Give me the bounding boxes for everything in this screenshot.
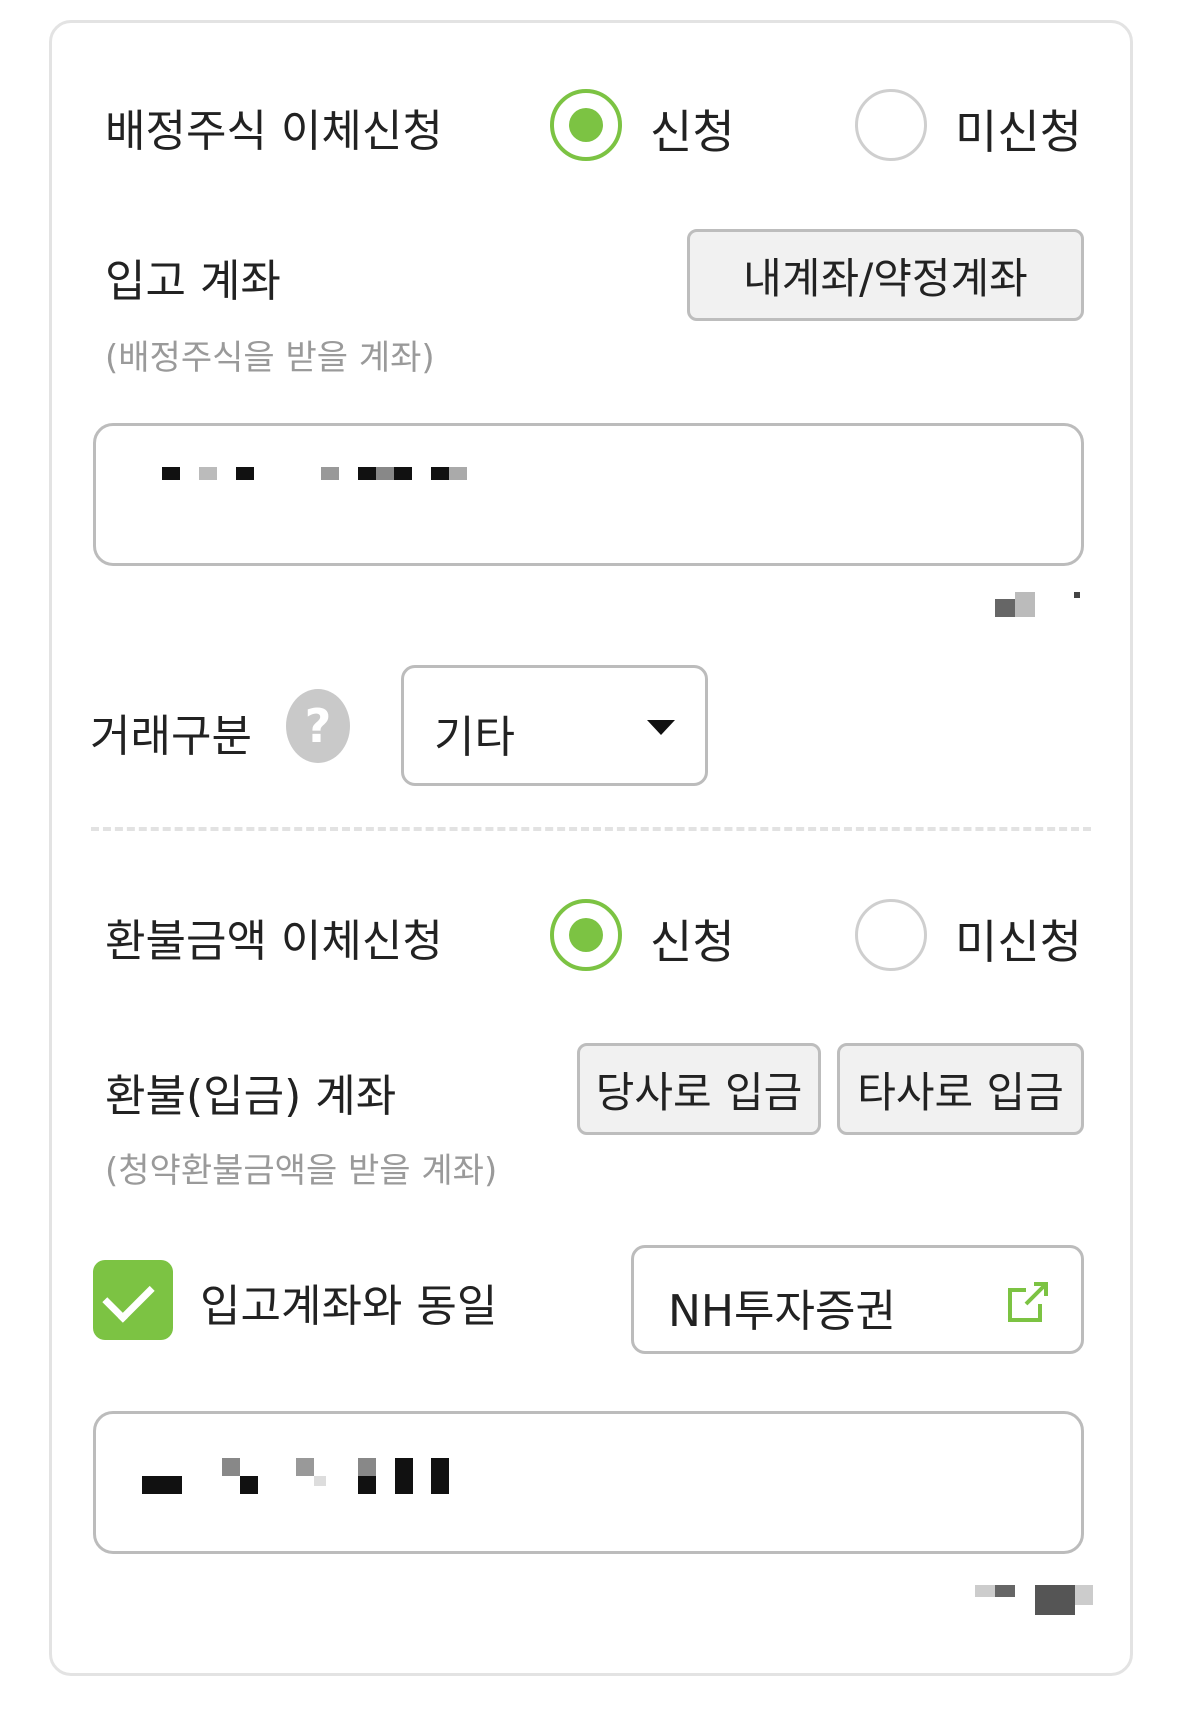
redacted-mark: [995, 1585, 1015, 1597]
section-divider: [91, 827, 1091, 831]
stock-transfer-apply-radio[interactable]: [550, 89, 622, 161]
help-icon[interactable]: ?: [286, 689, 350, 763]
redacted-mark: [1035, 1585, 1075, 1615]
refund-transfer-no-apply-radio[interactable]: [855, 899, 927, 971]
trade-type-select-value: 기타: [434, 712, 515, 763]
refund-transfer-label: 환불금액 이체신청: [105, 916, 443, 967]
refund-account-field[interactable]: [93, 1411, 1084, 1554]
refund-account-label: 환불(입금) 계좌: [105, 1071, 397, 1122]
stock-transfer-no-apply-label[interactable]: 미신청: [955, 96, 1082, 162]
radio-selected-icon: [569, 108, 603, 142]
checkmark-icon: [102, 1270, 155, 1323]
refund-account-sublabel: (청약환불금액을 받을 계좌): [105, 1151, 498, 1191]
redacted-mark: [975, 1585, 995, 1597]
external-link-icon: [1008, 1282, 1048, 1322]
redacted-mark: [995, 599, 1015, 617]
refund-transfer-apply-radio[interactable]: [550, 899, 622, 971]
deposit-account-sublabel: (배정주식을 받을 계좌): [105, 338, 435, 378]
radio-selected-icon: [569, 918, 603, 952]
redacted-mark: [1015, 592, 1035, 617]
dropdown-arrow-icon: [647, 720, 675, 735]
trade-type-label: 거래구분: [90, 711, 252, 762]
broker-name: NH투자증권: [668, 1286, 896, 1337]
own-company-deposit-button[interactable]: 당사로 입금: [577, 1043, 821, 1135]
my-account-button[interactable]: 내계좌/약정계좌: [687, 229, 1084, 321]
stock-transfer-apply-label[interactable]: 신청: [650, 96, 735, 162]
stock-transfer-label: 배정주식 이체신청: [105, 106, 443, 157]
trade-type-select[interactable]: 기타: [401, 665, 708, 786]
refund-transfer-no-apply-label[interactable]: 미신청: [955, 906, 1082, 972]
broker-select[interactable]: NH투자증권: [631, 1245, 1084, 1354]
refund-transfer-apply-label[interactable]: 신청: [650, 906, 735, 972]
other-company-deposit-button[interactable]: 타사로 입금: [837, 1043, 1084, 1135]
stock-transfer-no-apply-radio[interactable]: [855, 89, 927, 161]
deposit-account-field[interactable]: [93, 423, 1084, 566]
deposit-account-label: 입고 계좌: [105, 256, 281, 307]
redacted-mark: [1075, 1585, 1093, 1605]
redacted-mark: [1074, 592, 1080, 598]
same-as-deposit-checkbox[interactable]: [93, 1260, 173, 1340]
same-as-deposit-label[interactable]: 입고계좌와 동일: [200, 1270, 497, 1334]
